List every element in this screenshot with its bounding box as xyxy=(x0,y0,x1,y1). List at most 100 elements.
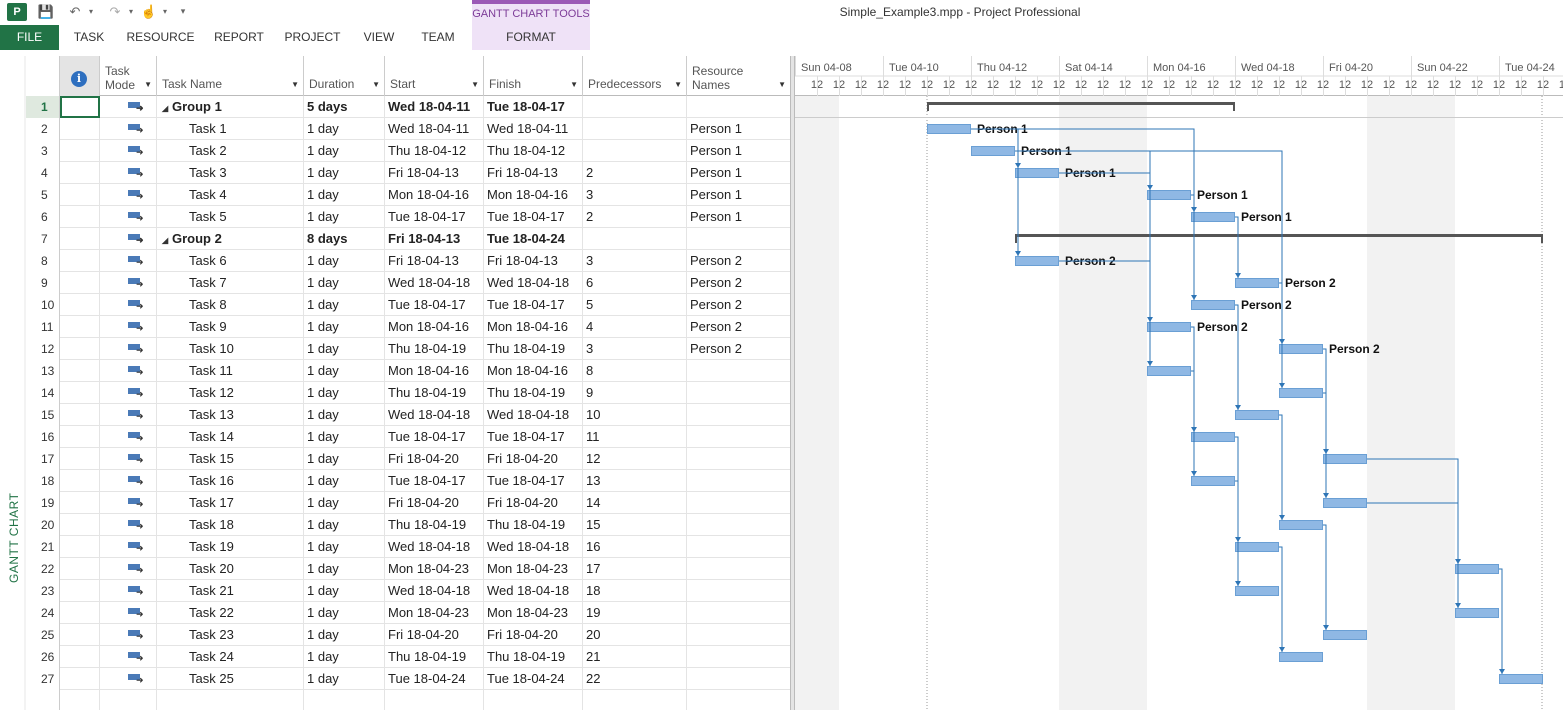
touch-mode-dropdown-icon[interactable]: ▾ xyxy=(160,3,170,20)
table-row[interactable]: 24 ➜ Task 22 1 day Mon 18-04-23 Mon 18-04-23 1… xyxy=(26,602,790,624)
duration-cell[interactable]: 1 day xyxy=(304,118,385,140)
table-row[interactable]: 14 ➜ Task 12 1 day Thu 18-04-19 Thu 18-04-19 9 xyxy=(26,382,790,404)
finish-cell[interactable]: Thu 18-04-19 xyxy=(484,382,583,404)
row-id-cell[interactable]: 25 xyxy=(26,624,60,646)
duration-cell[interactable]: 1 day xyxy=(304,646,385,668)
duration-cell[interactable]: 1 day xyxy=(304,316,385,338)
resource-names-cell[interactable]: Person 1 xyxy=(687,118,790,140)
task-mode-cell[interactable]: ➜ xyxy=(100,492,157,514)
tab-view[interactable]: VIEW xyxy=(356,25,402,50)
tab-task[interactable]: TASK xyxy=(62,25,116,50)
task-mode-cell[interactable]: ➜ xyxy=(100,316,157,338)
predecessors-cell[interactable]: 11 xyxy=(583,426,687,448)
redo-icon[interactable]: ↷ xyxy=(106,3,124,20)
resource-names-cell[interactable]: Person 2 xyxy=(687,316,790,338)
finish-cell[interactable]: Tue 18-04-24 xyxy=(484,668,583,690)
predecessors-cell[interactable]: 4 xyxy=(583,316,687,338)
indicator-cell[interactable] xyxy=(60,382,100,404)
table-row[interactable]: 16 ➜ Task 14 1 day Tue 18-04-17 Tue 18-04-17 1… xyxy=(26,426,790,448)
finish-cell[interactable]: Wed 18-04-18 xyxy=(484,536,583,558)
task-mode-cell[interactable]: ➜ xyxy=(100,228,157,250)
indicator-cell[interactable] xyxy=(60,580,100,602)
task-name-cell[interactable]: Task 8 xyxy=(157,294,304,316)
collapse-triangle-icon[interactable]: ◢ xyxy=(162,230,172,250)
task-mode-cell[interactable]: ➜ xyxy=(100,514,157,536)
predecessors-cell[interactable]: 6 xyxy=(583,272,687,294)
row-id-cell[interactable]: 7 xyxy=(26,228,60,250)
indicator-cell[interactable] xyxy=(60,206,100,228)
tab-report[interactable]: REPORT xyxy=(208,25,270,50)
column-filter-arrow-icon[interactable]: ▼ xyxy=(372,80,380,89)
finish-cell[interactable]: Tue 18-04-17 xyxy=(484,470,583,492)
row-id-cell[interactable]: 8 xyxy=(26,250,60,272)
predecessors-cell[interactable]: 13 xyxy=(583,470,687,492)
start-cell[interactable]: Wed 18-04-18 xyxy=(385,580,484,602)
task-mode-cell[interactable]: ➜ xyxy=(100,140,157,162)
start-cell[interactable]: Fri 18-04-20 xyxy=(385,624,484,646)
column-header-task-name[interactable]: Task Name ▼ xyxy=(157,56,304,96)
touch-mode-icon[interactable]: ☝ xyxy=(141,3,157,20)
column-header-resource-names[interactable]: Resource Names ▼ xyxy=(687,56,790,96)
save-icon[interactable]: 💾 xyxy=(37,3,55,20)
start-cell[interactable]: Wed 18-04-18 xyxy=(385,404,484,426)
view-bar-label[interactable]: GANTT CHART xyxy=(0,493,26,584)
table-row[interactable]: 5 ➜ Task 41 day Mon 18-04-16 Mon 18-04-16 3 Pe… xyxy=(26,184,790,206)
indicator-cell[interactable] xyxy=(60,250,100,272)
finish-cell[interactable]: Mon 18-04-16 xyxy=(484,184,583,206)
duration-cell[interactable]: 1 day xyxy=(304,470,385,492)
resource-names-cell[interactable] xyxy=(687,426,790,448)
column-header-duration[interactable]: Duration ▼ xyxy=(304,56,385,96)
table-row[interactable]: 27 ➜ Task 25 1 day Tue 18-04-24 Tue 18-04-24 2… xyxy=(26,668,790,690)
table-row[interactable]: 10 ➜ Task 81 day Tue 18-04-17 Tue 18-04-17 5 P… xyxy=(26,294,790,316)
table-row[interactable]: 21 ➜ Task 19 1 day Wed 18-04-18 Wed 18-04-18 1… xyxy=(26,536,790,558)
table-row[interactable]: 11 ➜ Task 91 day Mon 18-04-16 Mon 18-04-16 4 P… xyxy=(26,316,790,338)
resource-names-cell[interactable] xyxy=(687,382,790,404)
table-row[interactable]: 6 ➜ Task 51 day Tue 18-04-17 Tue 18-04-17 2 Pe… xyxy=(26,206,790,228)
task-name-cell[interactable]: Task 6 xyxy=(157,250,304,272)
finish-cell[interactable]: Tue 18-04-17 xyxy=(484,96,583,118)
table-row[interactable]: 13 ➜ Task 11 1 day Mon 18-04-16 Mon 18-04-16 8 xyxy=(26,360,790,382)
start-cell[interactable]: Tue 18-04-17 xyxy=(385,206,484,228)
table-row[interactable]: 8 ➜ Task 61 day Fri 18-04-13 Fri 18-04-13 3 Pe… xyxy=(26,250,790,272)
start-cell[interactable]: Wed 18-04-11 xyxy=(385,118,484,140)
table-row[interactable]: 2 ➜ Task 11 day Wed 18-04-11 Wed 18-04-11 Per… xyxy=(26,118,790,140)
finish-cell[interactable]: Thu 18-04-19 xyxy=(484,338,583,360)
row-id-cell[interactable]: 10 xyxy=(26,294,60,316)
row-id-cell[interactable]: 9 xyxy=(26,272,60,294)
row-id-cell[interactable]: 4 xyxy=(26,162,60,184)
task-name-cell[interactable]: Task 12 xyxy=(157,382,304,404)
start-cell[interactable]: Tue 18-04-17 xyxy=(385,470,484,492)
predecessors-cell[interactable]: 3 xyxy=(583,338,687,360)
task-mode-cell[interactable]: ➜ xyxy=(100,558,157,580)
column-header-finish[interactable]: Finish ▼ xyxy=(484,56,583,96)
task-name-cell[interactable]: Task 9 xyxy=(157,316,304,338)
empty-cell[interactable] xyxy=(583,690,687,710)
finish-cell[interactable]: Fri 18-04-20 xyxy=(484,624,583,646)
finish-cell[interactable]: Fri 18-04-20 xyxy=(484,448,583,470)
finish-cell[interactable]: Mon 18-04-16 xyxy=(484,360,583,382)
task-mode-cell[interactable]: ➜ xyxy=(100,118,157,140)
predecessors-cell[interactable]: 22 xyxy=(583,668,687,690)
table-row[interactable]: 25 ➜ Task 23 1 day Fri 18-04-20 Fri 18-04-20 2… xyxy=(26,624,790,646)
start-cell[interactable]: Tue 18-04-17 xyxy=(385,426,484,448)
row-id-cell[interactable]: 26 xyxy=(26,646,60,668)
row-id-cell[interactable]: 22 xyxy=(26,558,60,580)
table-row[interactable]: 17 ➜ Task 15 1 day Fri 18-04-20 Fri 18-04-20 1… xyxy=(26,448,790,470)
indicator-cell[interactable] xyxy=(60,184,100,206)
indicator-cell[interactable] xyxy=(60,448,100,470)
resource-names-cell[interactable] xyxy=(687,646,790,668)
finish-cell[interactable]: Wed 18-04-11 xyxy=(484,118,583,140)
tab-team[interactable]: TEAM xyxy=(412,25,464,50)
table-row[interactable]: 22 ➜ Task 20 1 day Mon 18-04-23 Mon 18-04-23 1… xyxy=(26,558,790,580)
indicator-cell[interactable] xyxy=(60,228,100,250)
table-row[interactable]: 4 ➜ Task 31 day Fri 18-04-13 Fri 18-04-13 2 Pe… xyxy=(26,162,790,184)
finish-cell[interactable]: Mon 18-04-16 xyxy=(484,316,583,338)
resource-names-cell[interactable] xyxy=(687,96,790,118)
row-id-cell[interactable]: 5 xyxy=(26,184,60,206)
resource-names-cell[interactable] xyxy=(687,404,790,426)
empty-cell[interactable] xyxy=(60,690,100,710)
predecessors-cell[interactable]: 19 xyxy=(583,602,687,624)
start-cell[interactable]: Fri 18-04-13 xyxy=(385,250,484,272)
column-filter-arrow-icon[interactable]: ▼ xyxy=(291,80,299,89)
predecessors-cell[interactable]: 2 xyxy=(583,162,687,184)
